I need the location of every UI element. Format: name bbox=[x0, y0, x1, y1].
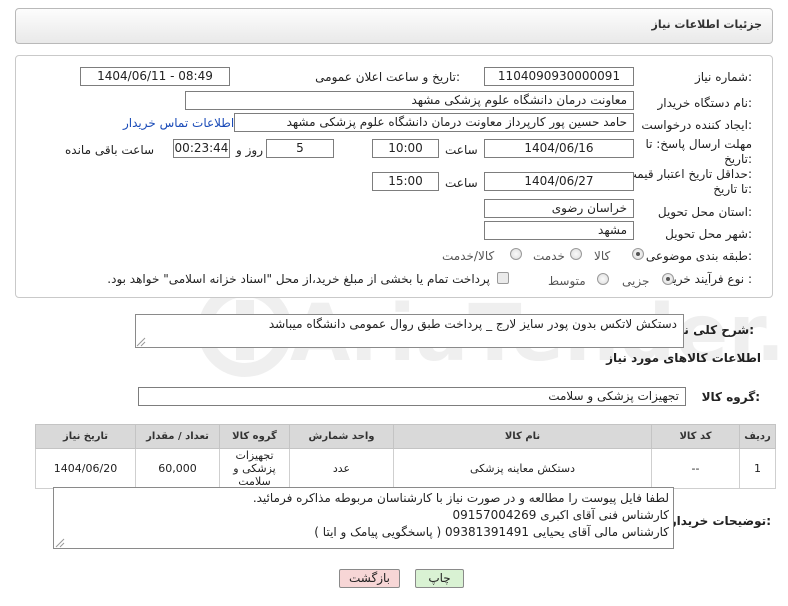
buyer-org-field: معاونت درمان دانشگاه علوم پزشکی مشهد bbox=[185, 91, 634, 110]
delivery-province-field: خراسان رضوی bbox=[484, 199, 634, 218]
price-validity-date: 1404/06/27 bbox=[484, 172, 634, 191]
delivery-city-field: مشهد bbox=[484, 221, 634, 240]
cell-code: -- bbox=[651, 448, 740, 489]
buyer-note-line: کارشناس مالی آقای یحیایی 09381391491 ( پ… bbox=[314, 525, 669, 539]
col-unit: واحد شمارش bbox=[289, 424, 394, 449]
col-code: کد کالا bbox=[651, 424, 740, 449]
col-qty: تعداد / مقدار bbox=[135, 424, 220, 449]
cell-name: دستکش معاینه پزشکی bbox=[393, 448, 652, 489]
reply-time-remaining: 00:23:44 bbox=[173, 139, 230, 158]
cell-qty: 60,000 bbox=[135, 448, 220, 489]
table-header-row: تاریخ نیاز تعداد / مقدار گروه کالا واحد … bbox=[35, 424, 776, 449]
need-number-field: 1104090930000091 bbox=[484, 67, 634, 86]
table-row: 1404/06/20 60,000 تجهیزات پزشکی و سلامت … bbox=[35, 448, 776, 489]
resize-grip-icon[interactable] bbox=[136, 337, 146, 347]
col-group: گروه کالا bbox=[219, 424, 290, 449]
announce-datetime-field: 1404/06/11 - 08:49 bbox=[80, 67, 230, 86]
cell-index: 1 bbox=[739, 448, 776, 489]
category-option-service: خدمت bbox=[533, 249, 565, 263]
print-button[interactable]: چاپ bbox=[415, 569, 464, 588]
col-name: نام کالا bbox=[393, 424, 652, 449]
reply-deadline-time: 10:00 bbox=[372, 139, 439, 158]
treasury-bonds-checkbox[interactable] bbox=[497, 272, 509, 284]
buyer-note-line: لطفا فایل پیوست را مطالعه و در صورت نیاز… bbox=[252, 491, 669, 505]
price-validity-label: حداقل تاریخ اعتبار قیمت: bbox=[625, 167, 752, 181]
goods-group-label: گروه کالا: bbox=[701, 390, 760, 404]
remaining-label: ساعت باقی مانده bbox=[65, 143, 155, 157]
process-type-label: نوع فرآیند خرید : bbox=[667, 272, 752, 286]
reply-deadline-label-2: تاریخ: bbox=[724, 152, 752, 166]
description-text: دستکش لاتکس بدون پودر سایز لارج _ پرداخت… bbox=[268, 317, 677, 331]
resize-grip-icon[interactable] bbox=[55, 538, 65, 548]
price-validity-time: 15:00 bbox=[372, 172, 439, 191]
back-button[interactable]: بازگشت bbox=[339, 569, 400, 588]
buyer-org-label: نام دستگاه خریدار: bbox=[657, 96, 753, 110]
category-option-goods: کالا bbox=[594, 249, 611, 263]
buyer-notes-label: توضیحات خریدار: bbox=[669, 514, 771, 528]
reply-time-label: ساعت bbox=[445, 143, 478, 157]
category-label: طبقه بندی موضوعی: bbox=[645, 249, 752, 263]
cell-group: تجهیزات پزشکی و سلامت bbox=[219, 448, 290, 489]
delivery-city-label: شهر محل تحویل: bbox=[665, 227, 752, 241]
process-radio-minor[interactable] bbox=[662, 273, 674, 285]
requester-label: ایجاد کننده درخواست: bbox=[641, 118, 752, 132]
buyer-contact-link[interactable]: اطلاعات تماس خریدار bbox=[123, 116, 234, 130]
reply-deadline-label: مهلت ارسال پاسخ: تا bbox=[645, 137, 752, 151]
goods-table: تاریخ نیاز تعداد / مقدار گروه کالا واحد … bbox=[35, 424, 776, 489]
cell-unit: عدد bbox=[289, 448, 394, 489]
description-field: دستکش لاتکس بدون پودر سایز لارج _ پرداخت… bbox=[135, 314, 684, 348]
category-radio-service[interactable] bbox=[570, 248, 582, 260]
category-radio-goods[interactable] bbox=[632, 248, 644, 260]
days-label: روز و bbox=[236, 143, 263, 157]
process-radio-medium[interactable] bbox=[597, 273, 609, 285]
delivery-province-label: استان محل تحویل: bbox=[657, 205, 752, 219]
col-date: تاریخ نیاز bbox=[35, 424, 136, 449]
category-option-both: کالا/خدمت bbox=[442, 249, 495, 263]
page-title: جزئیات اطلاعات نیاز bbox=[651, 18, 763, 31]
process-option-minor: جزیی bbox=[622, 274, 650, 288]
goods-group-field: تجهیزات پزشکی و سلامت bbox=[138, 387, 686, 406]
price-validity-label-2: تا تاریخ: bbox=[713, 182, 752, 196]
announce-datetime-label: تاریخ و ساعت اعلان عمومی: bbox=[315, 70, 460, 84]
process-option-medium: متوسط bbox=[548, 274, 586, 288]
price-time-label: ساعت bbox=[445, 176, 478, 190]
reply-deadline-date: 1404/06/16 bbox=[484, 139, 634, 158]
cell-date: 1404/06/20 bbox=[35, 448, 136, 489]
requester-field: حامد حسین پور کارپرداز معاونت درمان دانش… bbox=[234, 113, 634, 132]
treasury-note: پرداخت تمام یا بخشی از مبلغ خرید،از محل … bbox=[107, 272, 490, 286]
need-number-label: شماره نیاز: bbox=[694, 70, 752, 84]
buyer-notes-field: لطفا فایل پیوست را مطالعه و در صورت نیاز… bbox=[53, 487, 674, 549]
goods-info-title: اطلاعات کالاهای مورد نیاز bbox=[606, 351, 761, 365]
reply-days-remaining: 5 bbox=[266, 139, 334, 158]
category-radio-both[interactable] bbox=[510, 248, 522, 260]
buyer-note-line: کارشناس فنی آقای اکبری 09157004269 bbox=[452, 508, 669, 522]
col-index: ردیف bbox=[739, 424, 776, 449]
